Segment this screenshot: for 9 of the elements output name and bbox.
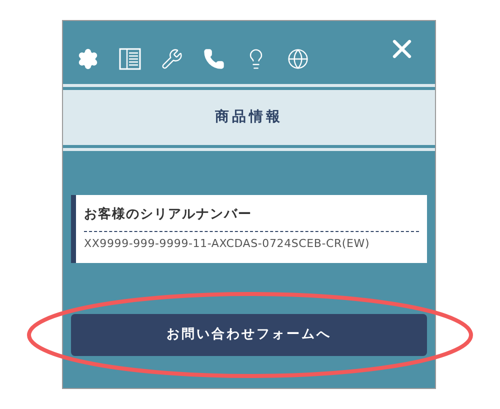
settings-icon[interactable] [77, 48, 99, 70]
wrench-icon[interactable] [161, 48, 183, 70]
serial-label: お客様のシリアルナンバー [84, 205, 419, 232]
contact-form-button[interactable]: お問い合わせフォームへ [71, 314, 427, 356]
phone-icon[interactable] [203, 48, 225, 70]
document-icon[interactable] [119, 48, 141, 70]
serial-number: XX9999-999-9999-11-AXCDAS-0724SCEB-CR(EW) [84, 236, 371, 252]
page-title: 商品情報 [215, 108, 283, 127]
globe-icon[interactable] [287, 48, 309, 70]
